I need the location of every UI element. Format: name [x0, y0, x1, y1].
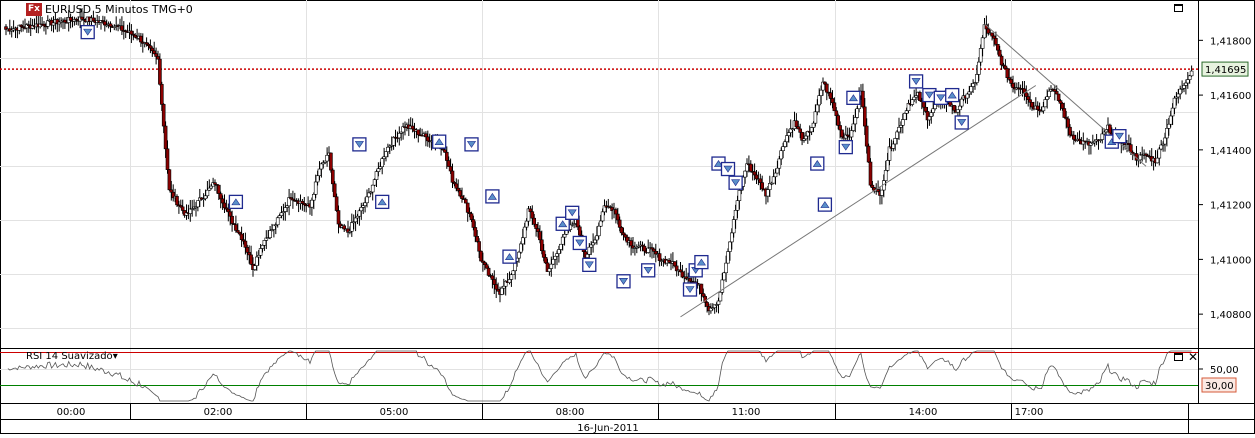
rsi-title: RSI 14 Suavizado — [26, 351, 113, 362]
price-tick-label: 1,41400 — [1210, 146, 1251, 157]
price-tick-label: 1,41800 — [1210, 36, 1251, 47]
time-tick-label: 17:00 — [1015, 407, 1044, 418]
maximize-main-pane-icon[interactable] — [1174, 4, 1183, 12]
date-label: 16-Jun-2011 — [577, 423, 639, 434]
candle — [866, 143, 871, 163]
sell-signal-icon[interactable] — [728, 175, 743, 190]
maximize-rsi-pane-icon[interactable] — [1174, 353, 1183, 361]
buy-signal-icon[interactable] — [485, 189, 500, 204]
sell-signal-icon[interactable] — [720, 161, 736, 177]
buy-signal-icon[interactable] — [432, 134, 447, 149]
candle — [718, 291, 723, 302]
rsi-level-label: 30,00 — [1205, 381, 1234, 392]
sell-signal-icon[interactable] — [616, 274, 631, 289]
sell-signal-icon[interactable] — [352, 137, 367, 152]
sell-signal-icon[interactable] — [908, 74, 924, 89]
candle — [332, 181, 337, 198]
price-tick-label: 1,41200 — [1210, 201, 1251, 212]
buy-signal-icon[interactable] — [810, 156, 825, 171]
rsi-tick-label: 50,00 — [1210, 365, 1239, 376]
buy-signal-icon[interactable] — [228, 194, 244, 210]
close-rsi-pane-icon[interactable]: ✕ — [1188, 351, 1198, 363]
candle — [722, 271, 727, 281]
candle — [167, 169, 172, 191]
candle — [577, 225, 582, 237]
sell-signal-icon[interactable] — [954, 115, 969, 130]
fx-badge-icon: Fx — [26, 2, 42, 16]
sell-signal-icon[interactable] — [582, 257, 597, 273]
buy-signal-icon[interactable] — [846, 90, 861, 105]
sell-signal-icon[interactable] — [572, 235, 587, 251]
time-tick-label: 05:00 — [380, 407, 409, 418]
price-tick-label: 1,41600 — [1210, 91, 1251, 102]
price-tick-label: 1,40800 — [1210, 310, 1251, 321]
buy-signal-icon[interactable] — [945, 87, 960, 103]
sell-signal-icon[interactable] — [464, 137, 479, 152]
time-tick-label: 00:00 — [57, 407, 86, 418]
chart-window: 1,41800 1,41600 1,41400 1,41200 1,41000 1,408… — [0, 0, 1255, 434]
sell-signal-icon[interactable] — [641, 263, 656, 278]
candle — [918, 90, 922, 102]
time-tick-label: 11:00 — [732, 407, 761, 418]
buy-signal-icon[interactable] — [502, 249, 517, 264]
sell-signal-icon[interactable] — [565, 205, 580, 220]
time-tick-label: 02:00 — [204, 407, 233, 418]
sell-signal-icon[interactable] — [682, 282, 698, 297]
sell-signal-icon[interactable] — [1112, 129, 1127, 144]
candle — [329, 152, 333, 173]
candlestick-chart: 1,41800 1,41600 1,41400 1,41200 1,41000 1,408… — [0, 0, 1255, 434]
sell-signal-icon[interactable] — [80, 24, 95, 40]
buy-signal-icon[interactable] — [694, 254, 709, 270]
rsi-header[interactable]: RSI 14 Suavizado▾ — [26, 351, 118, 362]
price-tick-label: 1,41000 — [1210, 255, 1251, 266]
dropdown-chevron-icon[interactable]: ▾ — [113, 351, 118, 362]
candle — [868, 158, 873, 187]
candle — [479, 250, 483, 262]
buy-signal-icon[interactable] — [817, 197, 833, 212]
candle — [1108, 123, 1112, 134]
price-label-text: 1,41695 — [1205, 65, 1246, 76]
time-tick-label: 08:00 — [556, 407, 585, 418]
chart-title: EURUSD 5 Minutos TMG+0 — [44, 2, 193, 16]
sell-signal-icon[interactable] — [838, 139, 853, 155]
current-price-label: 1,41695 — [1201, 61, 1249, 77]
time-tick-label: 14:00 — [909, 407, 938, 418]
chart-header[interactable]: Fx EURUSD 5 Minutos TMG+0 — [26, 2, 193, 16]
buy-signal-icon[interactable] — [375, 194, 390, 210]
